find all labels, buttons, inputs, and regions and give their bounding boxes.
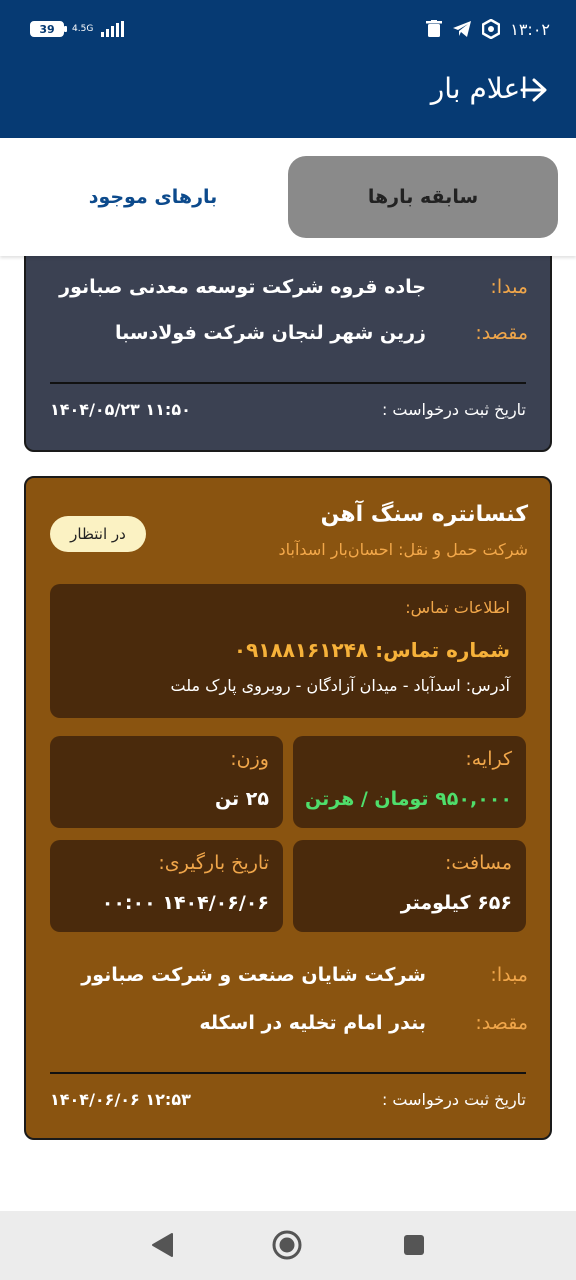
load-card[interactable]: کنسانتره سنگ آهن شرکت حمل و نقل: احسان‌ب…: [24, 476, 552, 1140]
fare-box: کرایه: ۹۵۰,۰۰۰ تومان / هرتن: [293, 736, 526, 828]
page-title: اعلام بار: [430, 72, 528, 105]
signal-icon: [101, 21, 125, 37]
tab-history[interactable]: سابقه بارها: [288, 156, 558, 238]
weight-value: ۲۵ تن: [214, 788, 269, 810]
hexagon-icon: [482, 19, 501, 39]
clock: ۱۳:۰۲: [510, 19, 550, 39]
origin-value: جاده قروه شرکت توسعه معدنی صبانور: [59, 276, 426, 298]
loading-date-box: تاریخ بارگیری: ۱۴۰۴/۰۶/۰۶ ۰۰:۰۰: [50, 840, 283, 932]
origin-value: شرکت شایان صنعت و شرکت صبانور: [81, 964, 426, 986]
divider: [50, 382, 526, 384]
phone-number[interactable]: شماره تماس: ۰۹۱۸۸۱۶۱۲۴۸: [234, 638, 510, 662]
divider: [50, 1072, 526, 1074]
loading-date-label: تاریخ بارگیری:: [158, 852, 269, 874]
registration-date: ۱۴۰۴/۰۵/۲۳ ۱۱:۵۰: [50, 400, 191, 419]
network-type: 4.5G: [72, 23, 94, 34]
destination-label: مقصد:: [475, 1012, 528, 1034]
tab-available-loads[interactable]: بارهای موجود: [30, 156, 276, 238]
tab-bar: سابقه بارها بارهای موجود: [0, 138, 576, 256]
destination-value: زرین شهر لنجان شرکت فولادسبا: [114, 322, 426, 344]
triangle-back-icon: [152, 1233, 173, 1257]
fare-label: کرایه:: [465, 748, 512, 770]
registration-label: تاریخ ثبت درخواست :: [381, 400, 526, 419]
fare-value: ۹۵۰,۰۰۰ تومان / هرتن: [305, 788, 512, 810]
registration-row: تاریخ ثبت درخواست : ۱۴۰۴/۰۶/۰۶ ۱۲:۵۳: [50, 1090, 526, 1109]
circle-home-icon: [272, 1230, 302, 1260]
battery-indicator: 39: [30, 21, 67, 37]
distance-value: ۶۵۶ کیلومتر: [400, 892, 512, 914]
origin-label: مبدا:: [490, 964, 528, 986]
registration-row: تاریخ ثبت درخواست : ۱۴۰۴/۰۵/۲۳ ۱۱:۵۰: [50, 400, 526, 419]
status-badge: در انتظار: [50, 516, 146, 552]
system-nav-bar: [0, 1211, 576, 1280]
back-button[interactable]: [520, 76, 548, 104]
registration-date: ۱۴۰۴/۰۶/۰۶ ۱۲:۵۳: [50, 1090, 191, 1109]
telegram-icon: [453, 21, 472, 37]
origin-row: مبدا: شرکت شایان صنعت و شرکت صبانور: [46, 964, 528, 986]
origin-label: مبدا:: [490, 276, 528, 298]
nav-home-button[interactable]: [271, 1229, 303, 1261]
weight-box: وزن: ۲۵ تن: [50, 736, 283, 828]
registration-label: تاریخ ثبت درخواست :: [381, 1090, 526, 1109]
destination-row: مقصد: بندر امام تخلیه در اسکله: [46, 1012, 528, 1034]
destination-label: مقصد:: [475, 322, 528, 344]
address: آدرس: اسدآباد - میدان آزادگان - روبروی پ…: [170, 676, 510, 695]
square-recents-icon: [404, 1235, 424, 1255]
loading-date-value: ۱۴۰۴/۰۶/۰۶ ۰۰:۰۰: [101, 892, 269, 914]
carrier-name: شرکت حمل و نقل: احسان‌بار اسدآباد: [278, 540, 528, 559]
network-indicator: 4.5G: [72, 23, 94, 34]
destination-value: بندر امام تخلیه در اسکله: [199, 1012, 426, 1034]
arrow-right-icon: [520, 78, 547, 102]
contact-label: اطلاعات تماس:: [405, 598, 510, 617]
nav-recents-button[interactable]: [398, 1229, 430, 1261]
distance-label: مسافت:: [444, 852, 512, 874]
load-card[interactable]: مبدا: جاده قروه شرکت توسعه معدنی صبانور …: [24, 256, 552, 452]
cargo-title: کنسانتره سنگ آهن: [320, 502, 528, 527]
status-bar-right: ۱۳:۰۲: [426, 14, 550, 44]
origin-row: مبدا: جاده قروه شرکت توسعه معدنی صبانور: [46, 276, 528, 298]
weight-label: وزن:: [230, 748, 269, 770]
trash-icon: [426, 20, 443, 37]
status-bar-left: 39 4.5G: [30, 14, 125, 44]
nav-back-button[interactable]: [146, 1229, 178, 1261]
loads-list[interactable]: مبدا: جاده قروه شرکت توسعه معدنی صبانور …: [0, 256, 576, 1211]
destination-row: مقصد: زرین شهر لنجان شرکت فولادسبا: [46, 322, 528, 344]
contact-info-box: اطلاعات تماس: شماره تماس: ۰۹۱۸۸۱۶۱۲۴۸ آد…: [50, 584, 526, 718]
distance-box: مسافت: ۶۵۶ کیلومتر: [293, 840, 526, 932]
